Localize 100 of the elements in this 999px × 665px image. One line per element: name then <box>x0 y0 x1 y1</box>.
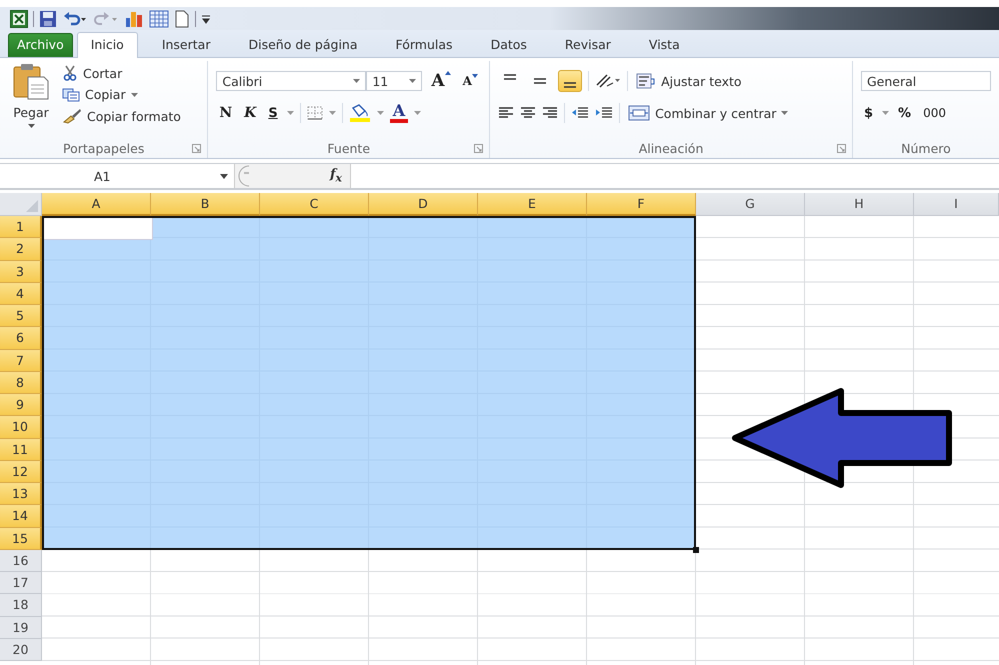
row-header[interactable]: 16 <box>0 550 42 572</box>
dialog-launcher-icon[interactable] <box>836 144 846 153</box>
row-header[interactable]: 10 <box>0 416 42 438</box>
group-label: Portapapeles <box>63 140 144 156</box>
row-header[interactable]: 11 <box>0 438 42 461</box>
align-left-icon[interactable] <box>498 106 514 120</box>
dialog-launcher-icon[interactable] <box>192 144 202 153</box>
column-header[interactable]: E <box>478 193 587 216</box>
font-name-field[interactable]: Calibri <box>216 71 366 91</box>
ribbon-tab[interactable]: Inicio <box>76 32 138 58</box>
save-icon[interactable] <box>39 10 57 28</box>
ribbon-tab[interactable]: Diseño de página <box>234 32 372 57</box>
up-caret-icon <box>444 71 451 75</box>
grow-font-button[interactable]: A <box>428 71 454 91</box>
row-header[interactable]: 9 <box>0 394 42 416</box>
row-header[interactable]: 8 <box>0 372 42 394</box>
ribbon-tab[interactable]: Revisar <box>550 32 625 57</box>
down-caret-icon <box>472 74 478 78</box>
column-header[interactable]: D <box>369 193 478 216</box>
copy-icon <box>62 88 80 102</box>
table-icon[interactable] <box>149 10 169 28</box>
caret-icon <box>28 124 34 128</box>
bar-chart-icon[interactable] <box>124 10 144 28</box>
dialog-launcher-icon[interactable] <box>474 144 484 153</box>
format-painter-button[interactable]: Copiar formato <box>60 107 183 125</box>
undo-icon[interactable] <box>62 10 88 28</box>
insert-function-button[interactable]: f$_{x}$ <box>322 167 350 185</box>
thousands-button[interactable]: 000 <box>920 106 949 120</box>
document-icon[interactable] <box>174 10 190 28</box>
row-header[interactable]: 5 <box>0 305 42 328</box>
column-header[interactable]: I <box>914 193 999 216</box>
row-header[interactable]: 13 <box>0 483 42 506</box>
row-header[interactable]: 1 <box>0 216 42 238</box>
clipboard-icon <box>12 63 50 101</box>
row-header[interactable]: 2 <box>0 238 42 260</box>
caret-icon <box>286 111 294 115</box>
active-cell[interactable] <box>44 218 153 240</box>
row-header[interactable]: 3 <box>0 260 42 283</box>
row-header[interactable]: 18 <box>0 594 42 616</box>
align-right-icon[interactable] <box>542 106 558 120</box>
row-header[interactable]: 4 <box>0 282 42 305</box>
column-header[interactable]: B <box>151 193 260 216</box>
bold-button[interactable]: N <box>216 105 236 121</box>
column-header[interactable]: G <box>696 193 805 216</box>
fill-color-icon[interactable] <box>348 104 371 122</box>
ribbon-tab[interactable]: Datos <box>476 32 541 57</box>
underline-button[interactable]: S <box>265 106 281 120</box>
group-label: Número <box>901 140 951 156</box>
merge-cells-icon <box>628 105 650 121</box>
italic-button[interactable]: K <box>241 105 260 121</box>
row-header[interactable]: 20 <box>0 638 42 661</box>
caret-icon <box>328 111 336 115</box>
caret-icon <box>781 111 788 115</box>
copy-button[interactable]: Copiar <box>60 86 183 103</box>
font-size-field[interactable]: 11 <box>366 71 422 91</box>
decrease-indent-icon[interactable] <box>571 106 590 120</box>
caret-icon <box>353 79 360 83</box>
column-header[interactable]: C <box>260 193 369 216</box>
ribbon-tab[interactable]: Fórmulas <box>382 32 467 57</box>
column-header[interactable]: H <box>805 193 914 216</box>
font-color-button[interactable]: A <box>390 103 408 123</box>
merge-center-button[interactable]: Combinar y centrar <box>626 104 790 122</box>
vertical-align-button[interactable] <box>558 70 582 92</box>
ribbon-tab[interactable]: Insertar <box>148 32 224 57</box>
excel-logo-icon[interactable] <box>10 10 28 28</box>
row-header[interactable]: 17 <box>0 572 42 594</box>
percent-button[interactable]: % <box>895 106 914 120</box>
shrink-font-button[interactable]: A <box>460 74 481 88</box>
row-header[interactable]: 14 <box>0 505 42 528</box>
caret-icon <box>130 92 138 96</box>
scissors-icon <box>62 65 78 81</box>
caret-icon <box>414 111 422 115</box>
caret-icon <box>376 111 384 115</box>
caret-icon <box>882 111 890 115</box>
cut-button[interactable]: Cortar <box>60 64 183 82</box>
column-header[interactable]: A <box>42 193 151 216</box>
row-header[interactable]: 6 <box>0 327 42 350</box>
align-center-icon[interactable] <box>520 106 536 120</box>
file-tab[interactable]: Archivo <box>8 33 73 57</box>
group-label: Alineación <box>638 140 704 156</box>
caret-icon <box>409 79 416 83</box>
bottom-align-icon <box>563 82 578 88</box>
number-format-field[interactable]: General <box>860 71 991 91</box>
row-header[interactable]: 7 <box>0 350 42 372</box>
increase-indent-icon[interactable] <box>595 106 614 120</box>
column-header[interactable]: F <box>587 193 696 216</box>
group-label: Fuente <box>327 140 370 156</box>
row-header[interactable]: 15 <box>0 528 42 550</box>
wrap-text-icon <box>636 73 656 89</box>
borders-icon[interactable] <box>306 106 323 120</box>
ribbon-tab[interactable]: Vista <box>634 32 694 57</box>
row-header[interactable]: 19 <box>0 616 42 639</box>
paste-button[interactable]: Pegar <box>8 63 54 136</box>
wrap-text-button[interactable]: Ajustar texto <box>634 72 744 90</box>
fill-handle[interactable] <box>693 546 699 553</box>
currency-button[interactable]: $ <box>860 106 876 120</box>
text-orientation-icon[interactable] <box>595 73 622 89</box>
row-header[interactable]: 12 <box>0 460 42 483</box>
top-align-icon <box>503 74 518 80</box>
brush-icon <box>62 108 82 124</box>
